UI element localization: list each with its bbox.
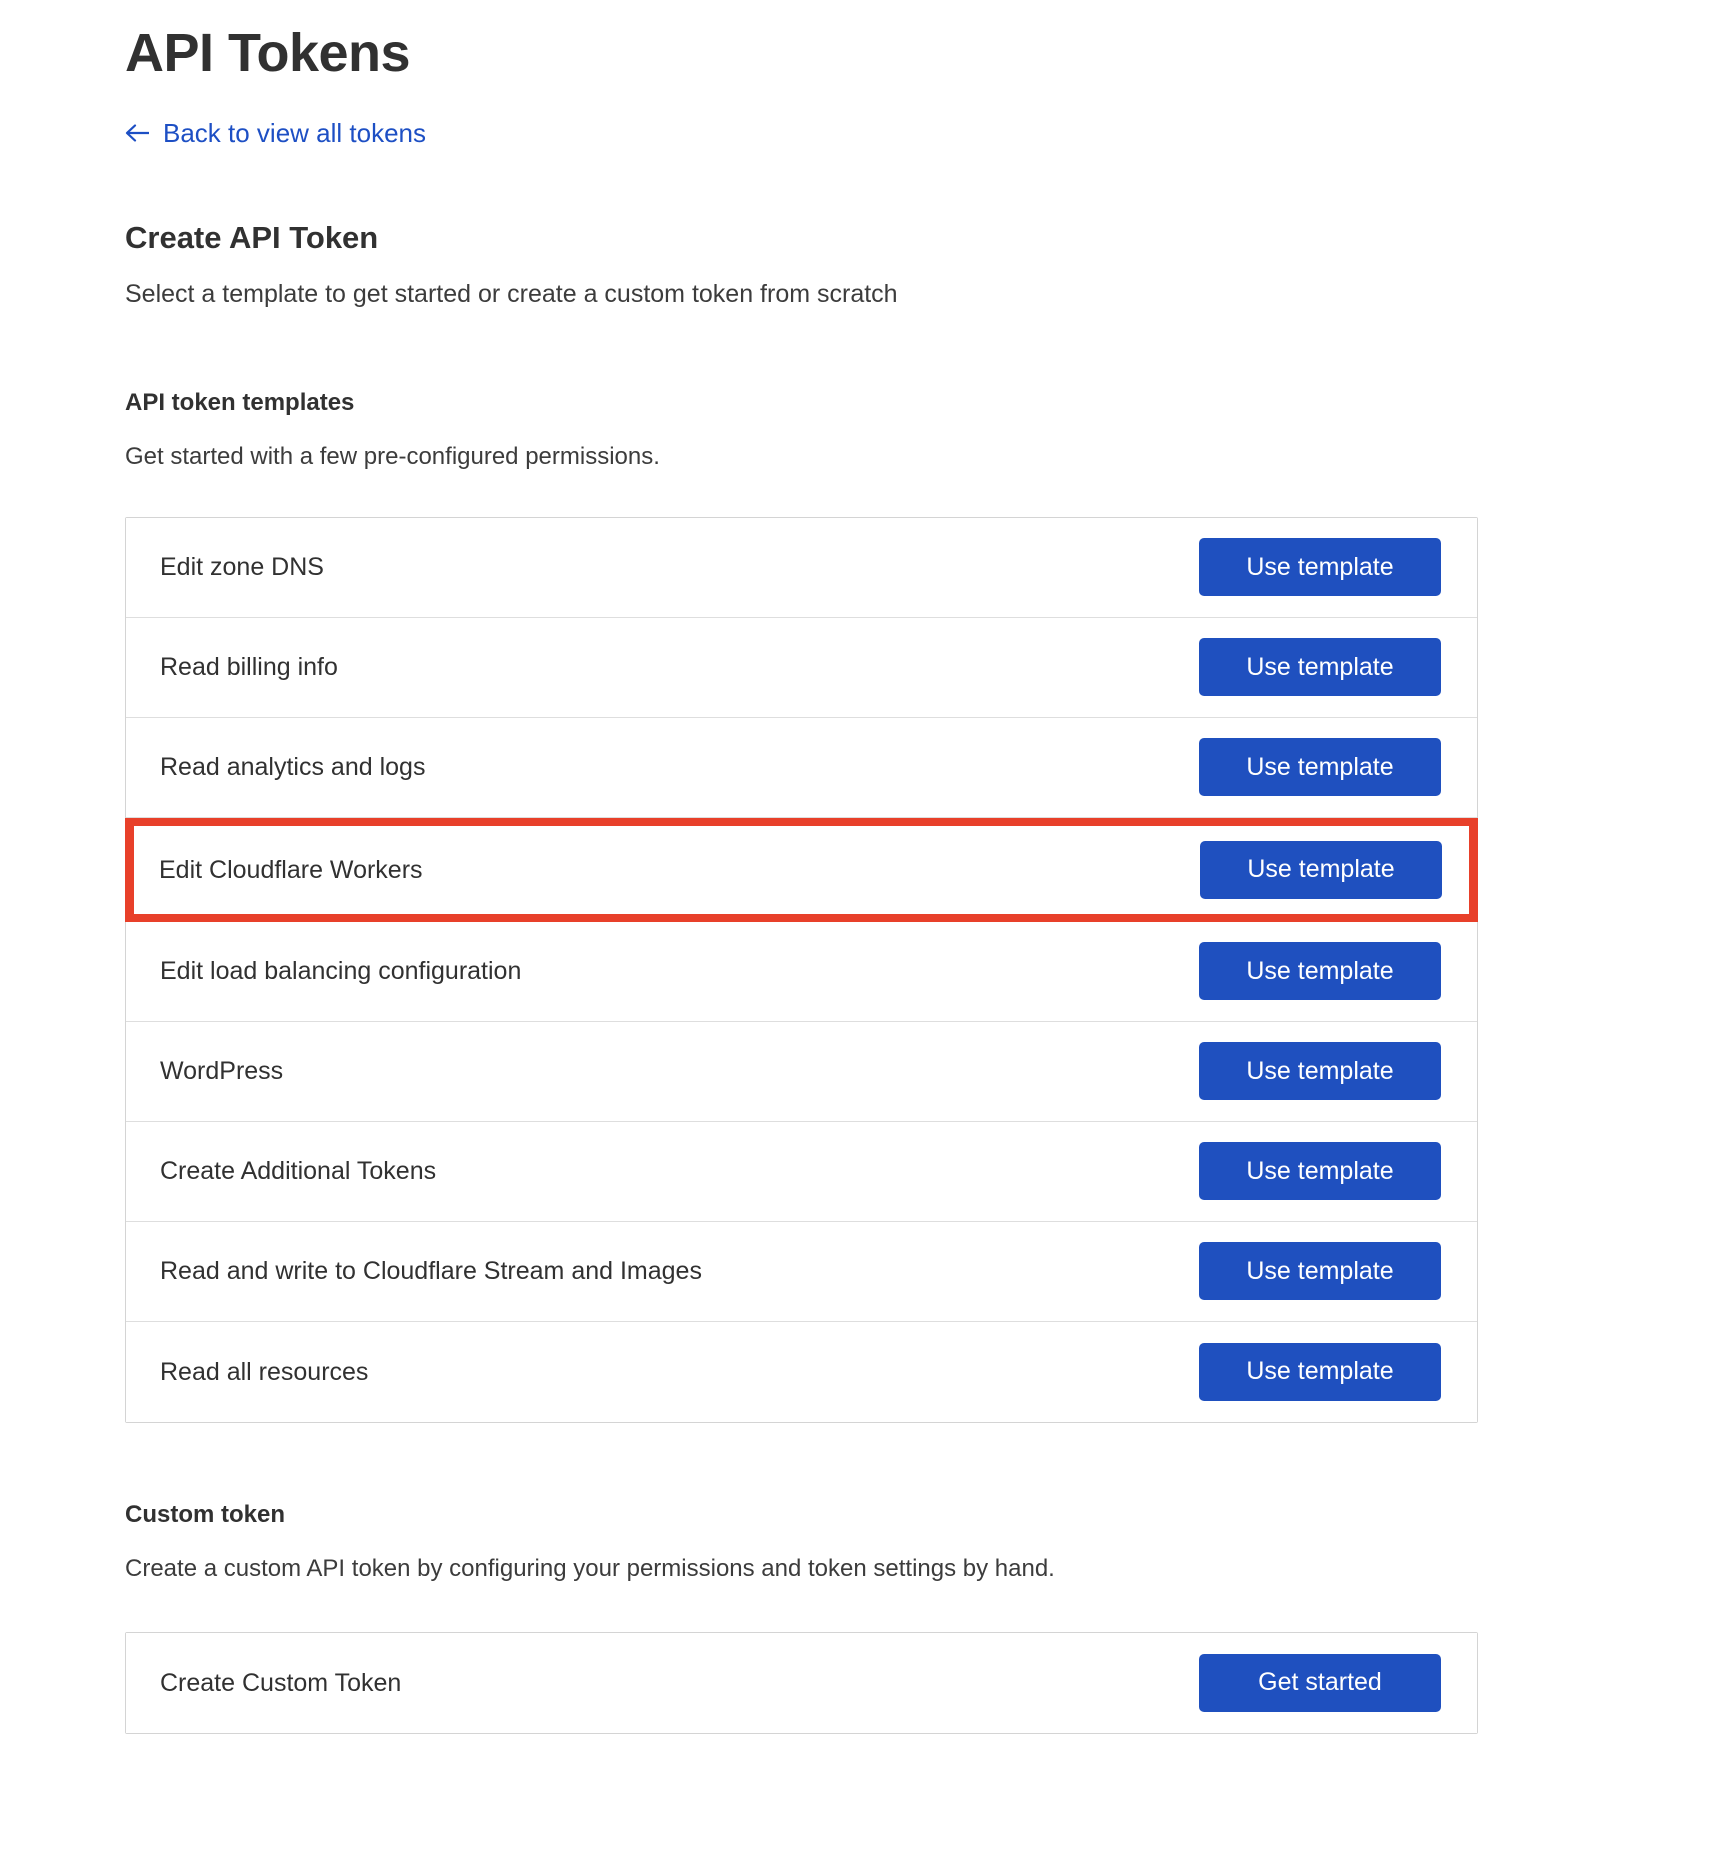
template-row-label: Edit Cloudflare Workers [159, 855, 423, 885]
template-row-action-button[interactable]: Use template [1199, 738, 1441, 796]
template-row-label: Edit load balancing configuration [160, 956, 521, 986]
template-table: Edit zone DNSUse templateRead billing in… [125, 517, 1478, 1423]
table-row: WordPress Use template [126, 1022, 1477, 1122]
back-link-label: Back to view all tokens [163, 120, 426, 146]
page-title: API Tokens [125, 0, 1724, 84]
table-row: Create Additional Tokens Use template [126, 1122, 1477, 1222]
template-row-label: Read all resources [160, 1357, 368, 1387]
api-token-templates-heading: API token templates [125, 311, 1724, 418]
template-row-action-button[interactable]: Use template [1199, 942, 1441, 1000]
table-row: Read all resources Use template [126, 1322, 1477, 1422]
template-row-action-button[interactable]: Use template [1199, 1343, 1441, 1401]
custom-token-table: Create Custom Token Get started [125, 1632, 1478, 1734]
template-row-label: Read analytics and logs [160, 752, 425, 782]
api-token-templates-description: Get started with a few pre-configured pe… [125, 418, 1724, 472]
arrow-left-icon [125, 122, 151, 144]
template-row-label: WordPress [160, 1056, 283, 1086]
custom-token-row-action-button[interactable]: Get started [1199, 1654, 1441, 1712]
template-row-action-button[interactable]: Use template [1199, 538, 1441, 596]
custom-token-description: Create a custom API token by configuring… [125, 1530, 1724, 1584]
api-tokens-page: API Tokens Back to view all tokens Creat… [0, 0, 1724, 1814]
table-row: Create Custom Token Get started [126, 1633, 1477, 1733]
table-row: Read billing info Use template [126, 618, 1477, 718]
table-row: Edit Cloudflare Workers Use template [125, 818, 1478, 922]
template-row-label: Edit zone DNS [160, 552, 324, 582]
table-row: Edit load balancing configuration Use tem… [126, 922, 1477, 1022]
template-row-action-button[interactable]: Use template [1199, 1142, 1441, 1200]
create-api-token-heading: Create API Token [125, 149, 1724, 256]
table-row: Edit zone DNS Use template [126, 518, 1477, 618]
create-api-token-subtitle: Select a template to get started or crea… [125, 256, 1724, 311]
back-to-all-tokens-link[interactable]: Back to view all tokens [125, 120, 426, 146]
template-row-action-button[interactable]: Use template [1199, 638, 1441, 696]
custom-token-heading: Custom token [125, 1423, 1724, 1530]
custom-token-row-label: Create Custom Token [160, 1668, 401, 1698]
template-row-label: Read and write to Cloudflare Stream and … [160, 1256, 702, 1286]
template-row-label: Read billing info [160, 652, 338, 682]
template-row-action-button[interactable]: Use template [1199, 1042, 1441, 1100]
table-row: Read and write to Cloudflare Stream and … [126, 1222, 1477, 1322]
template-row-label: Create Additional Tokens [160, 1156, 436, 1186]
template-row-action-button[interactable]: Use template [1199, 1242, 1441, 1300]
page-bottom-spacer [125, 1734, 1724, 1814]
table-row: Read analytics and logs Use template [126, 718, 1477, 818]
template-row-action-button[interactable]: Use template [1200, 841, 1442, 899]
